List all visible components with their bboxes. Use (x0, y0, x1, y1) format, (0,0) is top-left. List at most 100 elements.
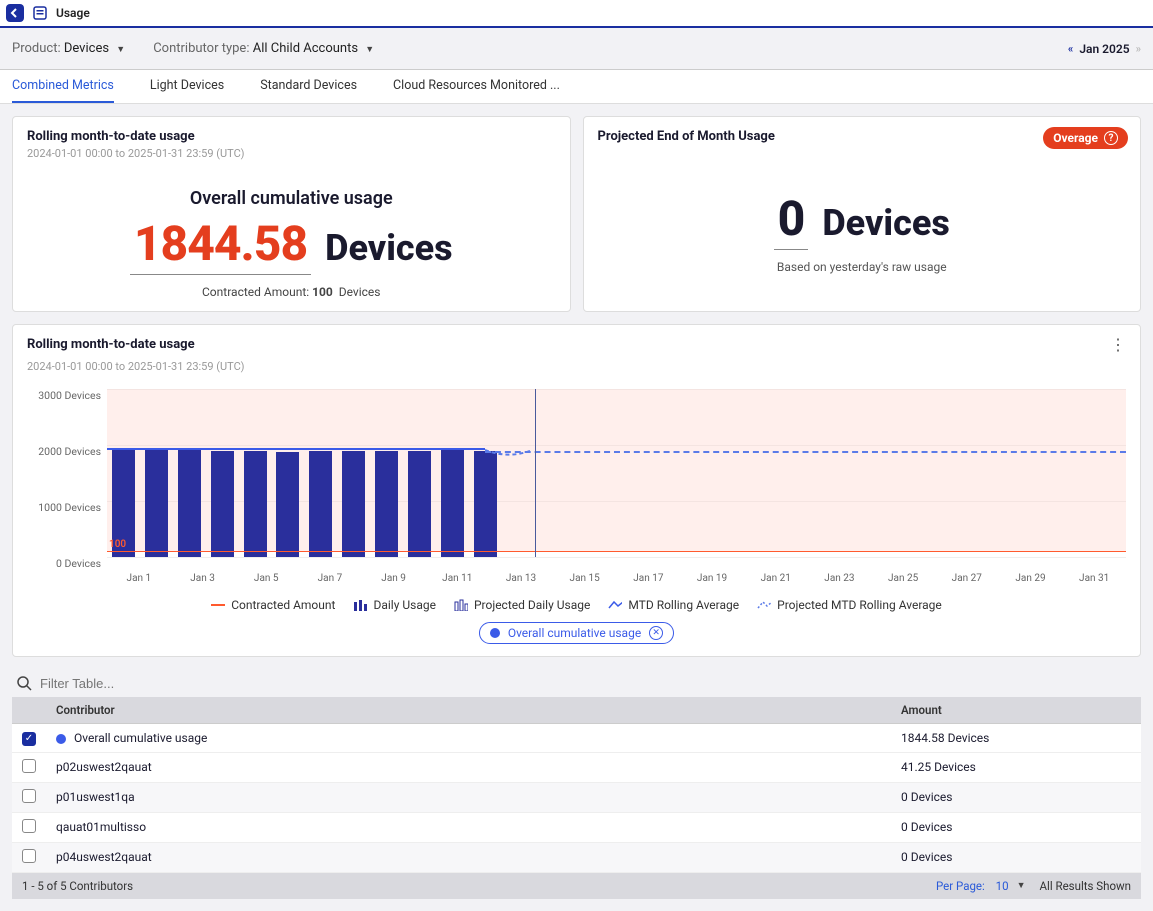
date-navigator: « Jan 2025 » (1068, 42, 1141, 56)
product-selector[interactable]: Product: Devices ▼ (12, 41, 125, 56)
tabs: Combined Metrics Light Devices Standard De… (0, 70, 1153, 104)
row-checkbox[interactable]: ✓ (22, 732, 36, 746)
contributor-name: p02uswest2qauat (56, 760, 152, 774)
series-dot-icon (56, 734, 66, 744)
row-checkbox[interactable] (22, 759, 36, 773)
metric-value: 1844.58 (130, 215, 311, 275)
chart-menu-button[interactable]: ⋮ (1110, 337, 1126, 353)
legend-daily[interactable]: Daily Usage (353, 598, 436, 612)
bar-Jan 10[interactable] (408, 451, 431, 557)
row-checkbox[interactable] (22, 819, 36, 833)
table-row[interactable]: ✓ Overall cumulative usage 1844.58 Devices (12, 724, 1141, 753)
legend-contracted[interactable]: Contracted Amount (211, 598, 335, 612)
amount-cell: 0 Devices (891, 782, 1141, 812)
caret-down-icon: ▼ (1017, 880, 1026, 891)
col-contributor[interactable]: Contributor (46, 697, 891, 724)
all-results-label: All Results Shown (1040, 879, 1131, 893)
contributor-name: qauat01multisso (56, 820, 146, 834)
bars-outline-icon (454, 600, 468, 610)
card-subtitle: 2024-01-01 00:00 to 2025-01-31 23:59 (UT… (27, 147, 556, 160)
tab-cloud-resources-monitored-[interactable]: Cloud Resources Monitored ... (393, 70, 560, 103)
module-icon (32, 5, 48, 21)
chart-plot[interactable]: 100 (107, 389, 1126, 557)
line-icon (608, 600, 622, 610)
search-icon (16, 675, 32, 691)
amount-cell: 41.25 Devices (891, 752, 1141, 782)
bar-Jan 2[interactable] (145, 449, 168, 557)
row-range: 1 - 5 of 5 Contributors (22, 879, 133, 893)
contributor-value: All Child Accounts (253, 41, 358, 56)
table-row[interactable]: p02uswest2qauat 41.25 Devices (12, 752, 1141, 782)
projected-value: 0 (774, 190, 809, 250)
projected-unit: Devices (822, 202, 950, 244)
projected-usage-card: Projected End of Month Usage Overage ? 0… (583, 116, 1142, 312)
amount-cell: 0 Devices (891, 812, 1141, 842)
per-page-selector[interactable]: Per Page: 10 ▼ (936, 879, 1026, 893)
chart-card: Rolling month-to-date usage ⋮ 2024-01-01… (12, 324, 1141, 657)
amount-cell: 0 Devices (891, 842, 1141, 872)
bar-Jan 4[interactable] (211, 451, 234, 557)
caret-down-icon: ▼ (116, 45, 125, 55)
bar-Jan 5[interactable] (244, 451, 267, 557)
tab-light-devices[interactable]: Light Devices (150, 70, 224, 103)
legend-projected-mtd[interactable]: Projected MTD Rolling Average (757, 598, 942, 612)
rolling-usage-card: Rolling month-to-date usage 2024-01-01 0… (12, 116, 571, 312)
y-axis: 3000 Devices2000 Devices1000 Devices0 De… (27, 389, 107, 573)
table-row[interactable]: p04uswest2qauat 0 Devices (12, 842, 1141, 872)
back-button[interactable] (6, 4, 24, 22)
projected-caption: Based on yesterday's raw usage (598, 260, 1127, 274)
bar-Jan 6[interactable] (276, 452, 299, 557)
bars-icon (353, 600, 367, 610)
table-search (12, 669, 1141, 697)
col-checkbox (12, 697, 46, 724)
chart-subtitle: 2024-01-01 00:00 to 2025-01-31 23:59 (UT… (27, 360, 1126, 373)
tab-combined-metrics[interactable]: Combined Metrics (12, 70, 114, 103)
chart-title: Rolling month-to-date usage (27, 337, 1126, 352)
row-checkbox[interactable] (22, 849, 36, 863)
filter-table-input[interactable] (40, 676, 1137, 691)
row-checkbox[interactable] (22, 789, 36, 803)
table-row[interactable]: qauat01multisso 0 Devices (12, 812, 1141, 842)
amount-cell: 1844.58 Devices (891, 724, 1141, 753)
contributor-label: Contributor type: (153, 41, 249, 56)
contributor-selector[interactable]: Contributor type: All Child Accounts ▼ (153, 41, 374, 56)
overage-badge[interactable]: Overage ? (1043, 127, 1128, 149)
overage-label: Overage (1053, 131, 1098, 145)
contributor-table-section: Contributor Amount ✓ Overall cumulative u… (12, 669, 1141, 899)
card-title: Rolling month-to-date usage (27, 129, 556, 144)
caret-down-icon: ▼ (365, 45, 374, 55)
chart-legend: Contracted Amount Daily Usage Projected … (27, 598, 1126, 612)
legend-projected-daily[interactable]: Projected Daily Usage (454, 598, 590, 612)
current-month: Jan 2025 (1079, 42, 1129, 56)
next-month-button[interactable]: » (1136, 42, 1141, 55)
bar-Jan 7[interactable] (309, 451, 332, 557)
legend-mtd[interactable]: MTD Rolling Average (608, 598, 739, 612)
contributor-name: p01uswest1qa (56, 790, 135, 804)
col-amount[interactable]: Amount (891, 697, 1141, 724)
contributor-name: Overall cumulative usage (74, 731, 207, 745)
contracted-caption: Contracted Amount: 100 Devices (27, 285, 556, 299)
product-value: Devices (64, 41, 109, 56)
bar-Jan 8[interactable] (342, 451, 365, 557)
bar-Jan 9[interactable] (375, 451, 398, 557)
bar-Jan 3[interactable] (178, 448, 201, 557)
help-icon[interactable]: ? (1104, 131, 1118, 145)
contributor-table: Contributor Amount ✓ Overall cumulative u… (12, 697, 1141, 873)
page-title: Usage (56, 6, 90, 20)
metric-title: Overall cumulative usage (27, 188, 556, 209)
bar-Jan 11[interactable] (441, 448, 464, 557)
filter-bar: Product: Devices ▼ Contributor type: All… (0, 28, 1153, 70)
x-axis: Jan 1Jan 3Jan 5Jan 7Jan 9Jan 11Jan 13Jan… (107, 573, 1126, 584)
app-header: Usage (0, 0, 1153, 28)
metric-unit: Devices (325, 227, 453, 269)
table-footer: 1 - 5 of 5 Contributors Per Page: 10 ▼ A… (12, 873, 1141, 899)
chip-label: Overall cumulative usage (508, 626, 641, 640)
table-row[interactable]: p01uswest1qa 0 Devices (12, 782, 1141, 812)
prev-month-button[interactable]: « (1068, 42, 1073, 55)
remove-chip-icon[interactable]: ✕ (649, 626, 663, 640)
contributor-name: p04uswest2qauat (56, 850, 152, 864)
tab-standard-devices[interactable]: Standard Devices (260, 70, 357, 103)
dot-icon (490, 628, 500, 638)
line-dash-icon (757, 600, 771, 610)
legend-chip-cumulative[interactable]: Overall cumulative usage ✕ (479, 622, 674, 644)
